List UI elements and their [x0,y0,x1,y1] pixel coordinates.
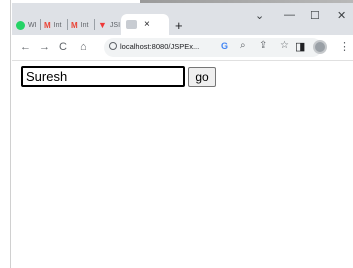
tab-active[interactable]: × [121,14,169,35]
browser-window: WI M Int M Int ▼ JSI × + ⌄ — ☐ ✕ ← → C ⌂… [12,3,353,268]
gmail-icon: M [44,20,51,30]
maximize-icon[interactable]: ☐ [310,9,320,22]
home-icon[interactable]: ⌂ [80,40,87,54]
site-info-icon[interactable] [109,42,117,50]
bookmark-star-icon[interactable]: ☆ [280,40,289,51]
tab-separator [40,19,41,30]
side-panel-icon[interactable]: ◨ [295,40,305,54]
google-lens-icon[interactable]: G [221,41,228,51]
plus-icon: + [175,17,183,33]
address-bar[interactable]: localhost:8080/JSPEx... G ⌕ ⇪ ☆ [104,38,322,57]
tab-vivaldi[interactable]: ▼ JSI [98,15,120,35]
tab-bar: WI M Int M Int ▼ JSI × + ⌄ — ☐ ✕ [12,3,353,35]
close-window-icon[interactable]: ✕ [337,9,346,22]
tab-whatsapp[interactable]: WI [16,15,37,35]
reload-icon[interactable]: C [59,40,67,54]
url-text: localhost:8080/JSPEx... [120,42,200,51]
jsp-page-icon [126,20,137,29]
share-icon[interactable]: ⇪ [259,40,267,51]
tab-separator [67,19,68,30]
background-window-edge [0,0,11,268]
menu-icon[interactable]: ⋮ [339,40,350,54]
go-button[interactable]: go [188,67,216,87]
whatsapp-icon [16,20,25,30]
screen: WI M Int M Int ▼ JSI × + ⌄ — ☐ ✕ ← → C ⌂… [0,0,353,268]
name-input[interactable] [21,66,185,87]
page-content: go [12,61,353,268]
browser-toolbar: ← → C ⌂ localhost:8080/JSPEx... G ⌕ ⇪ ☆ … [12,35,353,61]
minimize-icon[interactable]: — [284,9,295,21]
tab-label: JSI [109,21,121,29]
zoom-icon[interactable]: ⌕ [240,40,246,51]
profile-avatar-icon[interactable] [313,40,327,54]
tab-label: WI [28,21,37,29]
gmail-icon: M [71,20,78,30]
tab-gmail-2[interactable]: M Int [71,15,88,35]
tab-gmail-1[interactable]: M Int [44,15,61,35]
new-tab-button[interactable]: + [175,15,183,35]
tab-separator [94,19,95,30]
tab-label: Int [80,21,89,29]
tab-label: Int [53,21,62,29]
vivaldi-icon: ▼ [98,20,107,30]
tab-search-icon[interactable]: ⌄ [255,9,264,22]
back-icon[interactable]: ← [20,40,31,54]
forward-icon[interactable]: → [39,40,50,54]
tab-close-icon[interactable]: × [144,19,150,30]
